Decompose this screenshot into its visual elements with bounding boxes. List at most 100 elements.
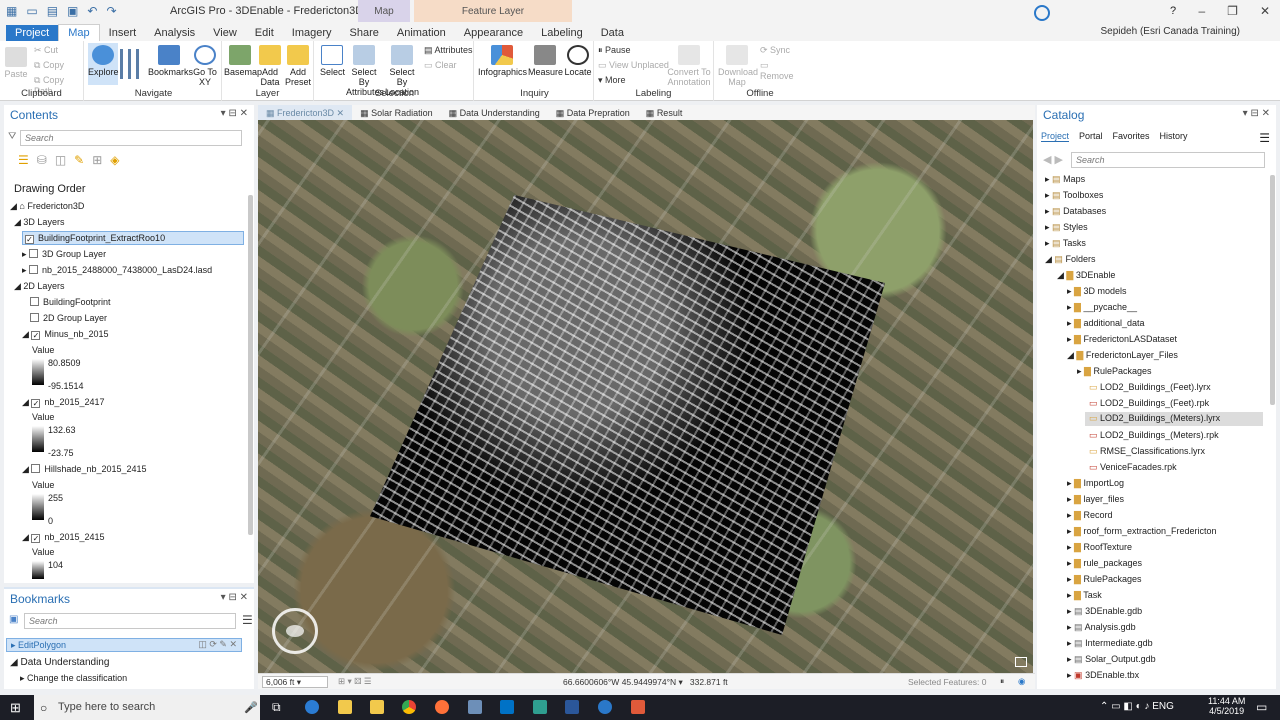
catalog-folder[interactable]: ▸ ▇ layer_files <box>1067 494 1124 505</box>
catalog-item[interactable]: ▸ ▤ Toolboxes <box>1045 190 1103 201</box>
tab-fredericton3d[interactable]: ▦ Fredericton3D ✕ <box>258 105 353 120</box>
add-data-button[interactable]: Add Data <box>258 45 282 87</box>
paste-button[interactable]: Paste <box>4 47 28 79</box>
catalog-tab-favorites[interactable]: Favorites <box>1113 131 1150 142</box>
cut-button[interactable]: ✂ Cut <box>34 45 58 56</box>
bookmark-group[interactable]: ◢ Data Understanding <box>10 657 109 668</box>
catalog-folder[interactable]: ▸ ▇ additional_data <box>1067 318 1145 329</box>
close-icon[interactable]: ▾ ⊟ ✕ <box>221 108 248 119</box>
checkbox[interactable]: ✓ <box>31 534 41 543</box>
layer-row[interactable]: ▸ nb_2015_2488000_7438000_LasD24.lasd <box>22 265 212 276</box>
tab-solar-radiation[interactable]: ▦ Solar Radiation <box>352 105 441 120</box>
system-tray-icon[interactable]: ⌃ ▭ ◧ ◐ ♪ ENG <box>1100 701 1174 712</box>
catalog-folder[interactable]: ▸ ▇ RoofTexture <box>1067 542 1132 553</box>
catalog-folder[interactable]: ◢ ▇ FrederictonLayer_Files <box>1067 350 1178 361</box>
catalog-item[interactable]: ▸ ▤ Styles <box>1045 222 1088 233</box>
list-by-selection-icon[interactable]: ◫ <box>55 153 66 167</box>
bookmark-row[interactable]: ▸ EditPolygon ◫ ⟳ ✎ ✕ <box>6 638 242 652</box>
catalog-folder[interactable]: ▸ ▇ Task <box>1067 590 1102 601</box>
layer-row[interactable]: ◢ Hillshade_nb_2015_2415 <box>22 464 147 475</box>
catalog-folder[interactable]: ▸ ▇ ImportLog <box>1067 478 1124 489</box>
pause-drawing-icon[interactable]: ⏸ <box>1000 676 1004 687</box>
catalog-item[interactable]: ▸ ▤ Tasks <box>1045 238 1086 249</box>
catalog-folder[interactable]: ▸ ▇ __pycache__ <box>1067 302 1137 313</box>
catalog-file[interactable]: ▭ LOD2_Buildings_(Meters).rpk <box>1089 430 1219 441</box>
redo-icon[interactable]: ↷ <box>106 4 116 18</box>
catalog-gdb[interactable]: ▸ ▤ 3DEnable.gdb <box>1067 606 1142 617</box>
copy-button[interactable]: ⧉ Copy <box>34 60 64 71</box>
checkbox[interactable] <box>30 313 39 322</box>
explore-button[interactable]: Explore <box>88 43 119 85</box>
tab-share[interactable]: Share <box>341 25 388 41</box>
catalog-file[interactable]: ▭ VeniceFacades.rpk <box>1089 462 1177 473</box>
group-3d-layers[interactable]: ◢ 3D Layers <box>14 217 64 228</box>
group-2d-layers[interactable]: ◢ 2D Layers <box>14 281 64 292</box>
tab-appearance[interactable]: Appearance <box>455 25 532 41</box>
catalog-tab-project[interactable]: Project <box>1041 131 1070 142</box>
catalog-tab-history[interactable]: History <box>1160 131 1188 142</box>
status-tools-icon[interactable]: ⊞ ▾ ⚄ ☰ <box>338 676 371 687</box>
close-icon[interactable]: ✕ <box>1260 4 1270 18</box>
more-button[interactable]: ▾ More <box>598 75 626 86</box>
checkbox[interactable]: ✓ <box>25 235 34 244</box>
camtasia-icon[interactable] <box>631 700 645 714</box>
app-icon[interactable] <box>468 700 482 714</box>
catalog-folder[interactable]: ▸ ▇ 3D models <box>1067 286 1127 297</box>
catalog-gdb[interactable]: ▸ ▤ Intermediate.gdb <box>1067 638 1153 649</box>
close-icon[interactable]: ▾ ⊟ ✕ <box>221 592 248 603</box>
microphone-icon[interactable]: 🎤 <box>244 701 258 714</box>
bookmarks-search-input[interactable]: Search <box>24 613 236 629</box>
arcgis-pro-icon[interactable] <box>598 700 612 714</box>
tab-project[interactable]: Project <box>6 25 59 41</box>
checkbox[interactable] <box>29 249 39 258</box>
list-by-source-icon[interactable]: ⛁ <box>37 153 47 167</box>
measure-button[interactable]: Measure <box>528 45 563 77</box>
catalog-gdb[interactable]: ▸ ▤ Analysis.gdb <box>1067 622 1136 633</box>
overview-icon[interactable] <box>1015 657 1027 667</box>
catalog-gdb[interactable]: ▸ ▤ Solar_Output.gdb <box>1067 654 1156 665</box>
sync-button[interactable]: ⟳ Sync <box>760 45 790 56</box>
list-by-labeling-icon[interactable]: ◈ <box>110 153 119 167</box>
catalog-file-selected[interactable]: ▭ LOD2_Buildings_(Meters).lyrx <box>1085 412 1263 426</box>
layer-row[interactable]: ◢ ✓ nb_2015_2415 <box>22 532 105 543</box>
infographics-button[interactable]: Infographics <box>478 45 527 77</box>
navigation-tools-icon[interactable] <box>120 49 144 79</box>
bookmark-map-icon[interactable]: ▣ <box>9 614 18 625</box>
tab-insert[interactable]: Insert <box>100 25 146 41</box>
bookmarks-button[interactable]: Bookmarks <box>148 45 193 77</box>
catalog-item[interactable]: ◢ ▤ Folders <box>1045 254 1095 265</box>
catalog-toolbox[interactable]: ▸ ▣ 3DEnable.tbx <box>1067 670 1139 681</box>
tab-result[interactable]: ▦ Result <box>638 105 691 120</box>
remove-button[interactable]: ▭ Remove <box>760 60 804 81</box>
layer-row[interactable]: ◢ ✓ Minus_nb_2015 <box>22 329 108 340</box>
windows-start-icon[interactable]: ⊞ <box>10 700 21 716</box>
go-to-xy-button[interactable]: Go To XY <box>192 45 218 87</box>
checkbox[interactable]: ✓ <box>31 331 41 340</box>
catalog-folder[interactable]: ▸ ▇ FrederictonLASDataset <box>1067 334 1177 345</box>
chrome-icon[interactable] <box>402 700 416 714</box>
layer-row[interactable]: BuildingFootprint <box>30 297 111 307</box>
tab-map[interactable]: Map <box>58 24 100 41</box>
sync-icon[interactable] <box>1034 5 1050 21</box>
tab-data-preparation[interactable]: ▦ Data Prepration <box>548 105 638 120</box>
download-map-button[interactable]: Download Map <box>718 45 758 87</box>
save-icon[interactable]: ▣ <box>67 4 78 18</box>
catalog-tab-portal[interactable]: Portal <box>1079 131 1103 142</box>
scrollbar[interactable] <box>248 195 253 535</box>
add-preset-button[interactable]: Add Preset <box>284 45 312 87</box>
filter-icon[interactable]: ⛛ <box>8 131 16 142</box>
back-forward-icon[interactable]: ◀ ▶ <box>1043 153 1063 166</box>
checkbox[interactable] <box>29 265 39 274</box>
catalog-file[interactable]: ▭ RMSE_Classifications.lyrx <box>1089 446 1205 457</box>
layer-row[interactable]: ▸ 3D Group Layer <box>22 249 106 260</box>
scrollbar[interactable] <box>1270 175 1275 405</box>
tab-data[interactable]: Data <box>592 25 633 41</box>
open-icon[interactable]: ▤ <box>47 4 58 18</box>
clock[interactable]: 11:44 AM 4/5/2019 <box>1208 696 1245 716</box>
layer-row[interactable]: 2D Group Layer <box>30 313 107 323</box>
catalog-folder[interactable]: ▸ ▇ RulePackages <box>1067 574 1142 585</box>
pause-button[interactable]: ⏸ Pause <box>598 45 631 56</box>
bookmark-row[interactable]: ▸ Change the classification <box>20 673 127 684</box>
locate-button[interactable]: Locate <box>564 45 592 77</box>
convert-to-annotation-button[interactable]: Convert To Annotation <box>666 45 712 87</box>
